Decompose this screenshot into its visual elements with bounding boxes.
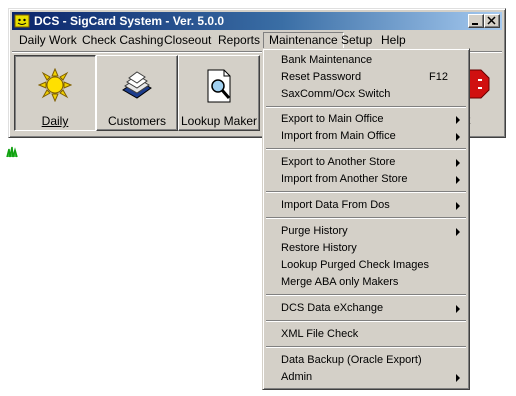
menu-help[interactable]: Help bbox=[376, 32, 411, 49]
submenu-arrow-icon bbox=[456, 159, 460, 167]
menu-separator bbox=[266, 346, 466, 348]
card-file-icon bbox=[122, 71, 152, 99]
menu-purge-history[interactable]: Purge History bbox=[266, 223, 466, 240]
submenu-arrow-icon bbox=[456, 374, 460, 382]
menu-separator bbox=[266, 294, 466, 296]
minimize-icon bbox=[472, 23, 478, 25]
menu-dcs-data-exchange[interactable]: DCS Data eXchange bbox=[266, 300, 466, 317]
daily-label: Daily bbox=[41, 114, 69, 128]
submenu-arrow-icon bbox=[456, 176, 460, 184]
title-bar[interactable]: DCS - SigCard System - Ver. 5.0.0 bbox=[12, 12, 502, 30]
menu-separator bbox=[266, 191, 466, 193]
submenu-arrow-icon bbox=[456, 202, 460, 210]
daily-button[interactable]: Daily bbox=[14, 55, 96, 131]
menu-separator bbox=[266, 320, 466, 322]
menu-closeout[interactable]: Closeout bbox=[159, 32, 216, 49]
submenu-arrow-icon bbox=[456, 133, 460, 141]
desktop-plant-icon[interactable] bbox=[6, 146, 18, 158]
sun-icon bbox=[38, 68, 72, 102]
customers-button[interactable]: Customers bbox=[96, 55, 178, 131]
menu-bank-maintenance[interactable]: Bank Maintenance bbox=[266, 52, 466, 69]
title-spacer bbox=[500, 14, 502, 28]
close-icon bbox=[487, 16, 496, 25]
menu-reports[interactable]: Reports bbox=[213, 32, 265, 49]
menu-check-cashing[interactable]: Check Cashing bbox=[77, 32, 168, 49]
menu-separator bbox=[266, 217, 466, 219]
customers-label: Customers bbox=[107, 114, 166, 128]
menu-separator bbox=[266, 106, 466, 108]
menu-maintenance[interactable]: Maintenance bbox=[263, 32, 344, 49]
menu-merge-aba-only-makers[interactable]: Merge ABA only Makers bbox=[266, 274, 466, 291]
reset-password-shortcut: F12 bbox=[429, 71, 448, 83]
window-title: DCS - SigCard System - Ver. 5.0.0 bbox=[34, 14, 225, 28]
minimize-button[interactable] bbox=[468, 14, 484, 28]
menu-xml-file-check[interactable]: XML File Check bbox=[266, 326, 466, 343]
submenu-arrow-icon bbox=[456, 305, 460, 313]
menu-import-data-from-dos[interactable]: Import Data From Dos bbox=[266, 197, 466, 214]
menu-daily-work[interactable]: Daily Work bbox=[14, 32, 82, 49]
app-face-icon[interactable] bbox=[14, 13, 30, 29]
submenu-arrow-icon bbox=[456, 228, 460, 236]
menu-import-another-store[interactable]: Import from Another Store bbox=[266, 171, 466, 188]
menu-reset-password[interactable]: Reset Password F12 bbox=[266, 69, 466, 86]
menu-setup[interactable]: Setup bbox=[336, 32, 377, 49]
close-button[interactable] bbox=[484, 14, 500, 28]
menu-lookup-purged-check-images[interactable]: Lookup Purged Check Images bbox=[266, 257, 466, 274]
menu-import-main-office[interactable]: Import from Main Office bbox=[266, 128, 466, 145]
menu-restore-history[interactable]: Restore History bbox=[266, 240, 466, 257]
menu-export-another-store[interactable]: Export to Another Store bbox=[266, 154, 466, 171]
submenu-arrow-icon bbox=[456, 116, 460, 124]
document-magnifier-icon bbox=[207, 69, 231, 103]
menu-saxcomm-ocx-switch[interactable]: SaxComm/Ocx Switch bbox=[266, 86, 466, 103]
menu-data-backup[interactable]: Data Backup (Oracle Export) bbox=[266, 352, 466, 369]
lookup-maker-button[interactable]: Lookup Maker bbox=[178, 55, 260, 131]
lookup-maker-label: Lookup Maker bbox=[180, 114, 258, 128]
menu-separator bbox=[266, 148, 466, 150]
menu-export-main-office[interactable]: Export to Main Office bbox=[266, 111, 466, 128]
maintenance-menu: Bank Maintenance Reset Password F12 SaxCo… bbox=[262, 48, 470, 390]
menu-admin[interactable]: Admin bbox=[266, 369, 466, 386]
